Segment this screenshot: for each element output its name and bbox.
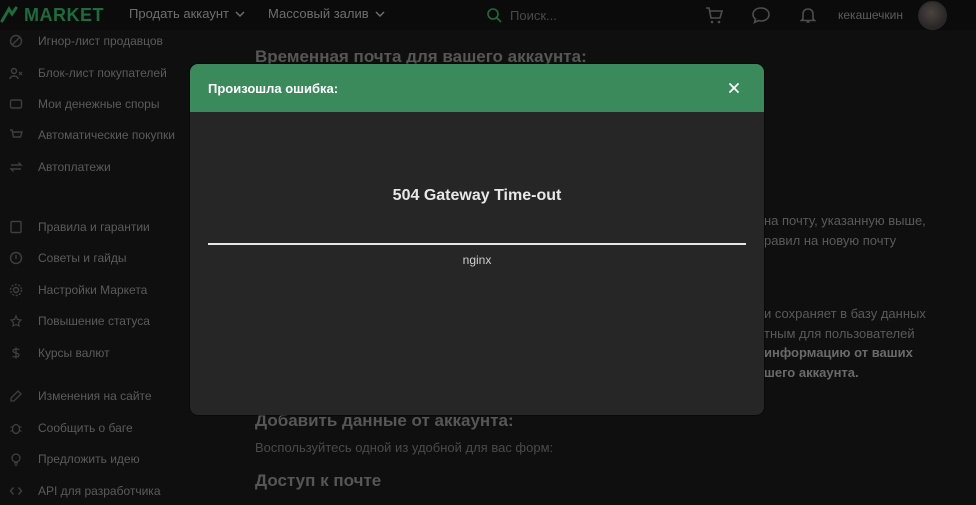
- error-server: nginx: [462, 253, 492, 267]
- error-title: 504 Gateway Time-out: [392, 187, 562, 204]
- page: MARKET Продать аккаунт Массовый залив По…: [0, 0, 976, 505]
- close-icon[interactable]: [726, 80, 742, 96]
- divider: [208, 243, 746, 245]
- modal-body: 504 Gateway Time-out nginx: [190, 112, 764, 415]
- modal-title: Произошла ошибка:: [208, 80, 339, 96]
- error-modal: Произошла ошибка: 504 Gateway Time-out n…: [190, 64, 764, 415]
- modal-header: Произошла ошибка:: [190, 64, 764, 112]
